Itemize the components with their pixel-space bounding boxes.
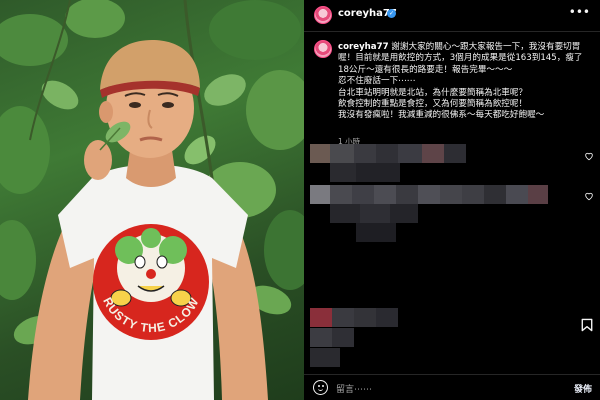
post-photo[interactable]: KRUSTY THE CLOWN	[0, 0, 304, 400]
comment-input[interactable]: 留言⋯⋯	[336, 382, 372, 395]
post-header: coreyha77 ✓ •••	[304, 0, 600, 32]
caption-username[interactable]: coreyha77	[338, 42, 389, 52]
verified-badge-icon: ✓	[387, 9, 396, 18]
caption-avatar[interactable]	[314, 40, 332, 58]
heart-icon[interactable]	[584, 191, 594, 201]
caption-text: coreyha77 謝謝大家的關心～跟大家報告一下，我沒有要切胃 喔！目前就是用…	[338, 42, 583, 121]
post-side-panel: coreyha77 ✓ ••• coreyha77 謝謝大家的關心～跟大家報告一…	[304, 0, 600, 400]
bookmark-icon[interactable]	[581, 318, 593, 332]
post-comment-button[interactable]: 發佈	[574, 382, 592, 395]
author-avatar[interactable]	[314, 6, 332, 24]
more-options-icon[interactable]: •••	[569, 5, 590, 19]
post-photo-illustration: KRUSTY THE CLOWN	[0, 0, 304, 400]
comment-composer: 留言⋯⋯ 發佈	[304, 374, 600, 400]
emoji-icon[interactable]	[313, 380, 328, 395]
heart-icon[interactable]	[584, 151, 594, 161]
